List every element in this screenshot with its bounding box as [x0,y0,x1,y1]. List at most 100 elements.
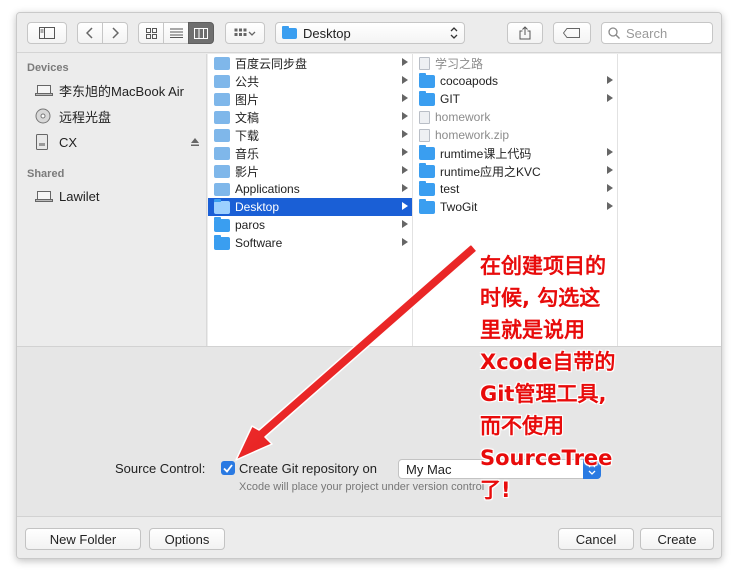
list-item[interactable]: 学习之路 [413,54,617,72]
disclosure-arrow-icon [607,148,613,156]
options-button[interactable]: Options [149,528,225,550]
desktop-folder-icon [214,198,230,214]
list-item[interactable]: test [413,180,617,198]
eject-icon[interactable] [190,135,200,150]
public-folder-icon [214,74,230,88]
cancel-button[interactable]: Cancel [558,528,634,550]
folder-icon [419,180,435,196]
list-item[interactable]: 文稿 [208,108,412,126]
path-label: Desktop [303,25,351,41]
search-placeholder: Search [626,25,668,41]
disclosure-arrow-icon [402,58,408,66]
optical-disc-icon [35,108,53,124]
new-folder-button[interactable]: New Folder [25,528,141,550]
sidebar-icon [39,27,55,39]
sidebar-item-label: 李东旭的MacBook Air [59,83,184,99]
source-control-hint: Xcode will place your project under vers… [239,481,485,493]
location-select-value: My Mac [406,461,452,477]
applications-folder-icon [214,182,230,196]
list-item[interactable]: 下载 [208,126,412,144]
sidebar-item-macbook[interactable]: 李东旭的MacBook Air [35,80,200,100]
documents-folder-icon [214,110,230,124]
options-panel: Source Control: Create Git repository on… [17,346,721,516]
share-button[interactable] [507,22,543,44]
list-item[interactable]: 图片 [208,90,412,108]
sidebar-item-remote-disc[interactable]: 远程光盘 [35,106,200,126]
sidebar-devices-header: Devices [27,62,69,74]
chevron-up-down-icon [450,27,458,39]
sidebar-item-label: Lawilet [59,188,100,204]
list-item[interactable]: 音乐 [208,144,412,162]
browser-column-home: 百度云同步盘 公共 图片 文稿 下载 音乐 影片 Applications De… [208,54,413,346]
forward-button[interactable] [102,22,128,44]
arrange-grid-icon [234,28,256,36]
disclosure-arrow-icon [402,94,408,102]
list-item[interactable]: 百度云同步盘 [208,54,412,72]
bottom-bar: New Folder Options Cancel Create [17,516,721,558]
folder-icon [214,234,230,250]
sidebar-toggle-button[interactable] [27,22,67,44]
column-view-button[interactable] [188,22,214,44]
list-item[interactable]: paros [208,216,412,234]
list-item[interactable]: homework [413,108,617,126]
back-button[interactable] [77,22,103,44]
list-item-selected[interactable]: Desktop [208,198,412,216]
list-item[interactable]: runtime应用之KVC [413,162,617,180]
disclosure-arrow-icon [402,76,408,84]
arrange-menu-button[interactable] [225,22,265,44]
disclosure-arrow-icon [402,166,408,174]
path-popup[interactable]: Desktop [275,22,465,44]
list-item[interactable]: 公共 [208,72,412,90]
downloads-folder-icon [214,128,230,142]
sidebar: Devices 李东旭的MacBook Air 远程光盘 CX Shared L… [17,54,207,346]
list-icon [169,28,183,38]
sidebar-item-label: CX [59,134,78,150]
sidebar-item-lawilet[interactable]: Lawilet [35,186,200,206]
list-item[interactable]: TwoGit [413,198,617,216]
disclosure-arrow-icon [402,220,408,228]
list-item[interactable]: rumtime课上代码 [413,144,617,162]
document-icon [419,56,430,70]
disclosure-arrow-icon [607,202,613,210]
icon-view-button[interactable] [138,22,164,44]
list-item[interactable]: Software [208,234,412,252]
search-icon [608,27,620,39]
list-item[interactable]: homework.zip [413,126,617,144]
folder-icon [282,25,297,39]
sidebar-item-cx[interactable]: CX [35,132,200,152]
search-field[interactable]: Search [601,22,713,44]
chevron-left-icon [86,27,93,39]
folder-icon [419,90,435,106]
create-git-checkbox-label[interactable]: Create Git repository on [239,461,377,476]
network-computer-icon [35,189,53,203]
document-icon [419,110,430,124]
disclosure-arrow-icon [607,184,613,192]
folder-icon [419,72,435,88]
list-item[interactable]: GIT [413,90,617,108]
browser-column-empty [618,54,721,346]
create-git-checkbox[interactable] [221,461,235,475]
folder-icon [419,144,435,160]
list-view-button[interactable] [163,22,189,44]
folder-icon [214,216,230,232]
toolbar: Desktop Search [17,13,721,53]
laptop-icon [35,83,53,97]
disclosure-arrow-icon [607,166,613,174]
checkmark-icon [223,463,233,473]
disclosure-arrow-icon [607,76,613,84]
pictures-folder-icon [214,92,230,106]
folder-icon [419,162,435,178]
list-item[interactable]: Applications [208,180,412,198]
disclosure-arrow-icon [402,202,408,210]
tags-button[interactable] [553,22,591,44]
source-control-label: Source Control: [115,461,206,476]
folder-icon [419,198,435,214]
disclosure-arrow-icon [402,238,408,246]
list-item[interactable]: cocoapods [413,72,617,90]
columns-icon [194,27,208,39]
create-button[interactable]: Create [640,528,714,550]
chevron-right-icon [112,27,119,39]
sidebar-item-label: 远程光盘 [59,109,112,125]
tag-icon [563,28,580,38]
list-item[interactable]: 影片 [208,162,412,180]
